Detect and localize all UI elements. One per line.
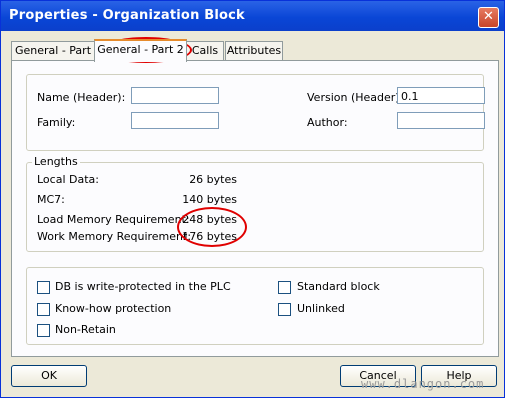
know-how-checkbox[interactable] bbox=[37, 303, 50, 316]
author-field[interactable] bbox=[397, 112, 485, 129]
version-field[interactable]: 0.1 bbox=[397, 87, 485, 104]
tab-attributes[interactable]: Attributes bbox=[225, 41, 283, 60]
non-retain-checkbox[interactable] bbox=[37, 324, 50, 337]
standard-block-label: Standard block bbox=[297, 280, 380, 293]
properties-dialog: Properties - Organization Block ✕ Genera… bbox=[0, 0, 505, 398]
window-title: Properties - Organization Block bbox=[9, 8, 245, 23]
tab-general-part-1[interactable]: General - Part 1 bbox=[11, 41, 95, 74]
family-label: Family: bbox=[37, 116, 76, 129]
work-memory-label: Work Memory Requirement: bbox=[37, 230, 192, 243]
mc7-label: MC7: bbox=[37, 193, 65, 206]
lengths-title: Lengths bbox=[32, 155, 80, 168]
annotation-circle-memory bbox=[177, 207, 247, 247]
know-how-label: Know-how protection bbox=[55, 302, 172, 315]
mc7-value: 140 bytes bbox=[182, 193, 237, 206]
ok-button[interactable]: OK bbox=[11, 365, 87, 387]
unlinked-checkbox[interactable] bbox=[278, 303, 291, 316]
author-label: Author: bbox=[307, 116, 348, 129]
version-label: Version (Header): bbox=[307, 91, 404, 104]
title-bar[interactable]: Properties - Organization Block ✕ bbox=[1, 1, 504, 31]
local-data-value: 26 bytes bbox=[189, 173, 237, 186]
load-memory-label: Load Memory Requirement: bbox=[37, 213, 190, 226]
non-retain-label: Non-Retain bbox=[55, 323, 116, 336]
options-group: DB is write-protected in the PLC Know-ho… bbox=[26, 267, 484, 345]
name-label: Name (Header): bbox=[37, 91, 126, 104]
unlinked-label: Unlinked bbox=[297, 302, 345, 315]
watermark: www.dlangon.com bbox=[361, 377, 485, 391]
tab-panel: Name (Header): Family: Version (Header):… bbox=[11, 60, 499, 357]
write-protected-checkbox[interactable] bbox=[37, 281, 50, 294]
family-field[interactable] bbox=[131, 112, 219, 129]
standard-block-checkbox[interactable] bbox=[278, 281, 291, 294]
close-button[interactable]: ✕ bbox=[478, 7, 499, 28]
name-field[interactable] bbox=[131, 87, 219, 104]
tab-general-part-2[interactable]: General - Part 2 bbox=[94, 39, 187, 62]
close-icon: ✕ bbox=[483, 9, 494, 24]
write-protected-label: DB is write-protected in the PLC bbox=[55, 280, 231, 293]
lengths-group: Lengths Local Data: 26 bytes MC7: 140 by… bbox=[26, 155, 484, 252]
header-fields-group: Name (Header): Family: Version (Header):… bbox=[26, 74, 485, 151]
local-data-label: Local Data: bbox=[37, 173, 99, 186]
